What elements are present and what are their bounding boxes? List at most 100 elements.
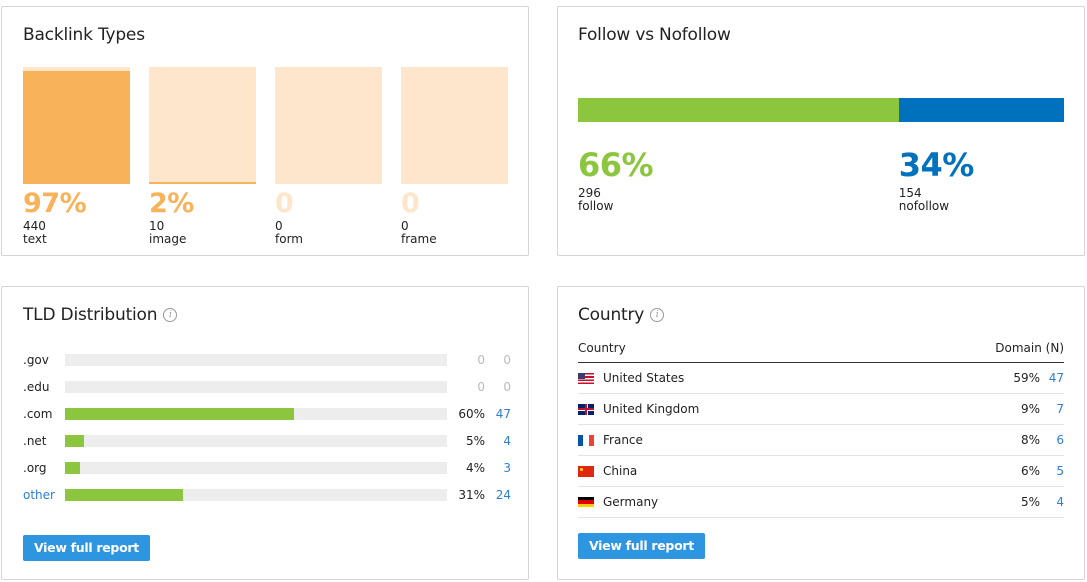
tld-percent: 31% bbox=[458, 488, 485, 502]
tld-label: .edu bbox=[23, 380, 50, 394]
flag-fr-icon bbox=[578, 434, 594, 446]
follow-label: follow bbox=[578, 199, 614, 213]
flag-gb-icon bbox=[578, 403, 594, 415]
backlink-type-percent: 0 bbox=[401, 188, 420, 219]
backlink-type-frame: 0 0 frame bbox=[401, 67, 508, 246]
info-icon[interactable]: i bbox=[650, 308, 665, 322]
backlink-type-bar bbox=[401, 67, 508, 184]
nofollow-label: nofollow bbox=[898, 199, 950, 213]
tld-bar bbox=[65, 408, 447, 420]
follow-nofollow-card: Follow vs Nofollow 66% 296 follow 34% 15… bbox=[557, 6, 1085, 256]
tld-bar bbox=[65, 381, 447, 393]
backlink-type-percent: 97% bbox=[23, 188, 87, 219]
country-percent: 9% bbox=[1020, 402, 1040, 416]
country-card: Country i Country Domain (N) United Stat… bbox=[557, 286, 1085, 580]
tld-distribution-header: TLD Distribution i bbox=[23, 305, 178, 325]
backlink-type-label: form bbox=[275, 232, 303, 246]
flag-de-icon bbox=[578, 496, 594, 508]
country-name: France bbox=[603, 433, 643, 447]
country-name: United States bbox=[603, 371, 685, 385]
column-header-domain[interactable]: Domain (N) bbox=[995, 341, 1064, 362]
backlink-type-bar-fill bbox=[23, 70, 130, 184]
tld-percent: 60% bbox=[458, 407, 485, 421]
tld-label: .com bbox=[23, 407, 53, 421]
nofollow-percent: 34% bbox=[898, 146, 975, 184]
country-header: Country i bbox=[578, 305, 665, 325]
country-percent: 59% bbox=[1013, 371, 1040, 385]
follow-stat: 66% 296 follow bbox=[578, 145, 654, 213]
country-name: United Kingdom bbox=[603, 402, 700, 416]
tld-bar-fill bbox=[65, 435, 85, 447]
country-row: China 6% 5 bbox=[578, 456, 1064, 487]
tld-row: .com 60% 47 bbox=[23, 406, 511, 422]
country-row: United Kingdom 9% 7 bbox=[578, 394, 1064, 425]
country-count[interactable]: 4 bbox=[1040, 495, 1064, 509]
country-percent: 5% bbox=[1020, 495, 1040, 509]
tld-count[interactable]: 47 bbox=[485, 407, 511, 421]
flag-us-icon bbox=[578, 372, 594, 384]
backlink-type-bar bbox=[23, 67, 130, 184]
country-percent: 8% bbox=[1020, 433, 1040, 447]
tld-count[interactable]: 24 bbox=[485, 488, 511, 502]
tld-view-full-report-button[interactable]: View full report bbox=[23, 535, 150, 561]
backlink-type-percent: 2% bbox=[149, 188, 194, 219]
backlink-types-card: Backlink Types 97% 440 text 2% 10 image 0 0 form… bbox=[1, 6, 529, 256]
column-header-country[interactable]: Country bbox=[578, 341, 626, 362]
tld-bar bbox=[65, 354, 447, 366]
backlink-type-label: image bbox=[149, 232, 187, 246]
backlink-type-text: 97% 440 text bbox=[23, 67, 130, 246]
tld-label: .net bbox=[23, 434, 47, 448]
tld-bar bbox=[65, 435, 447, 447]
tld-count: 0 bbox=[503, 353, 511, 367]
country-percent: 6% bbox=[1020, 464, 1040, 478]
follow-percent: 66% bbox=[578, 146, 654, 184]
flag-cn-icon bbox=[578, 465, 594, 477]
backlink-type-label: frame bbox=[401, 232, 437, 246]
country-table-header: Country Domain (N) bbox=[578, 341, 1064, 363]
tld-distribution-card: TLD Distribution i .gov 0 0 .edu 0 0 .com 60% 47… bbox=[1, 286, 529, 580]
follow-segment bbox=[578, 98, 899, 122]
info-icon[interactable]: i bbox=[163, 308, 178, 322]
tld-count[interactable]: 3 bbox=[485, 461, 511, 475]
tld-count[interactable]: 4 bbox=[485, 434, 511, 448]
backlink-types-title: Backlink Types bbox=[23, 25, 145, 45]
country-count[interactable]: 5 bbox=[1040, 464, 1064, 478]
country-count[interactable]: 7 bbox=[1040, 402, 1064, 416]
follow-nofollow-bar bbox=[578, 98, 1064, 122]
tld-row: .gov 0 0 bbox=[23, 352, 511, 368]
tld-label[interactable]: other bbox=[23, 488, 65, 502]
backlink-type-bar bbox=[275, 67, 382, 184]
tld-bar bbox=[65, 462, 447, 474]
tld-percent: 0 bbox=[477, 380, 485, 394]
backlink-type-form: 0 0 form bbox=[275, 67, 382, 246]
tld-row: .edu 0 0 bbox=[23, 379, 511, 395]
country-view-full-report-button[interactable]: View full report bbox=[578, 533, 705, 559]
country-row: Germany 5% 4 bbox=[578, 487, 1064, 518]
tld-label: .gov bbox=[23, 353, 49, 367]
country-name: Germany bbox=[603, 495, 659, 509]
tld-count: 0 bbox=[503, 380, 511, 394]
country-row: France 8% 6 bbox=[578, 425, 1064, 456]
tld-row: .net 5% 4 bbox=[23, 433, 511, 449]
country-row: United States 59% 47 bbox=[578, 363, 1064, 394]
tld-percent: 5% bbox=[465, 434, 485, 448]
tld-label: .org bbox=[23, 461, 47, 475]
tld-bar-fill bbox=[65, 462, 81, 474]
country-count[interactable]: 47 bbox=[1040, 371, 1064, 385]
backlink-type-image: 2% 10 image bbox=[149, 67, 256, 246]
tld-percent: 0 bbox=[477, 353, 485, 367]
tld-bar-fill bbox=[65, 489, 184, 501]
nofollow-segment bbox=[898, 98, 1064, 122]
country-name: China bbox=[603, 464, 638, 478]
follow-nofollow-title: Follow vs Nofollow bbox=[578, 25, 731, 45]
backlink-type-label: text bbox=[23, 232, 47, 246]
country-count[interactable]: 6 bbox=[1040, 433, 1064, 447]
backlink-type-bar bbox=[149, 67, 256, 184]
tld-row: other 31% 24 bbox=[23, 487, 511, 503]
backlink-type-bar-fill bbox=[149, 181, 256, 184]
tld-bar bbox=[65, 489, 447, 501]
tld-row: .org 4% 3 bbox=[23, 460, 511, 476]
country-title: Country bbox=[578, 305, 645, 325]
tld-distribution-title: TLD Distribution bbox=[23, 305, 158, 325]
backlink-type-percent: 0 bbox=[275, 188, 294, 219]
